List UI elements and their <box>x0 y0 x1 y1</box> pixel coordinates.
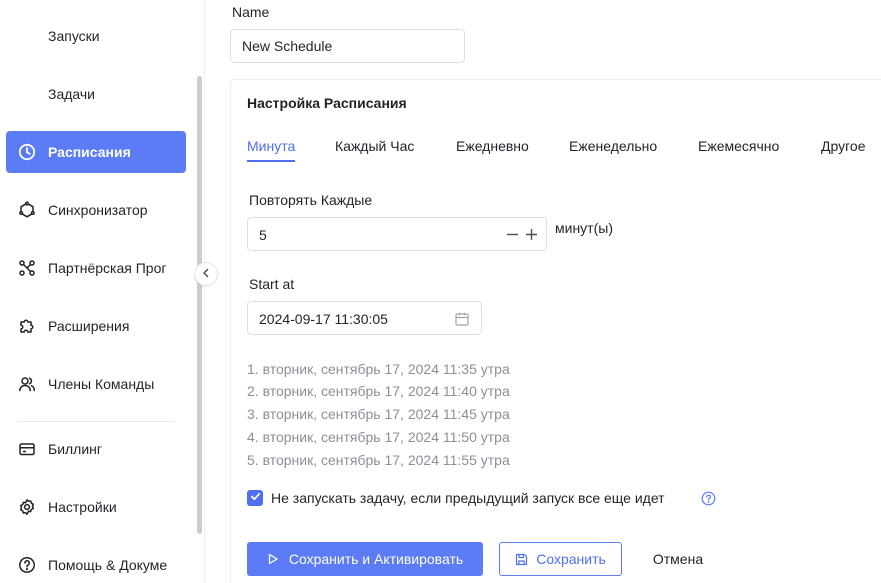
card-icon <box>18 440 36 458</box>
play-icon <box>267 553 279 565</box>
repeat-every-label: Повторять Каждые <box>249 192 373 208</box>
repeat-interval-value[interactable]: 5 <box>259 227 267 243</box>
sidebar-item-label: Члены Команды <box>48 376 155 392</box>
question-icon[interactable] <box>701 491 716 506</box>
calendar-icon[interactable] <box>454 311 470 327</box>
sidebar-item-runs[interactable]: Запуски <box>6 15 186 57</box>
sidebar-collapse-button[interactable] <box>194 262 218 286</box>
sidebar-item-label: Запуски <box>48 28 100 44</box>
list-item: 2. вторник, сентябрь 17, 2024 11:40 утра <box>247 383 510 399</box>
sidebar-item-schedules[interactable]: Расписания <box>6 131 186 173</box>
sidebar-item-label: Настройки <box>48 499 117 515</box>
tab-minute[interactable]: Минута <box>247 138 296 162</box>
list-item: 4. вторник, сентябрь 17, 2024 11:50 утра <box>247 429 510 445</box>
help-circle-icon <box>18 556 36 574</box>
name-input[interactable] <box>230 29 465 63</box>
sidebar-item-synchronizer[interactable]: Синхронизатор <box>6 189 186 231</box>
increment-button[interactable] <box>522 223 540 245</box>
puzzle-icon <box>18 317 36 335</box>
team-icon <box>18 375 36 393</box>
sync-icon <box>18 201 36 219</box>
sidebar: Запуски Задачи Расписания Синхронизатор … <box>0 0 205 583</box>
sidebar-item-label: Биллинг <box>48 441 103 457</box>
sidebar-item-extensions[interactable]: Расширения <box>6 305 186 347</box>
app-root: Запуски Задачи Расписания Синхронизатор … <box>0 0 881 583</box>
cancel-button[interactable]: Отмена <box>640 542 716 576</box>
save-button[interactable]: Сохранить <box>499 542 622 576</box>
skip-if-running-checkbox[interactable] <box>247 490 263 506</box>
list-item: 5. вторник, сентябрь 17, 2024 11:55 утра <box>247 452 510 468</box>
sidebar-item-label: Задачи <box>48 86 96 102</box>
tab-hourly[interactable]: Каждый Час <box>335 138 414 160</box>
checkmark-icon <box>250 489 261 507</box>
repeat-interval-stepper[interactable]: 5 <box>247 217 547 251</box>
sidebar-item-settings[interactable]: Настройки <box>6 486 186 528</box>
sidebar-item-team[interactable]: Члены Команды <box>6 363 186 405</box>
sidebar-item-label: Помощь & Докуме <box>48 557 168 573</box>
start-datetime-input[interactable]: 2024-09-17 11:30:05 <box>247 301 482 335</box>
gear-icon <box>18 498 36 516</box>
repeat-unit-label: минут(ы) <box>555 220 613 236</box>
clock-icon <box>18 143 36 161</box>
save-and-activate-label: Сохранить и Активировать <box>288 551 464 567</box>
decrement-button[interactable] <box>503 223 521 245</box>
partner-icon <box>18 259 36 277</box>
save-and-activate-button[interactable]: Сохранить и Активировать <box>247 542 483 576</box>
sidebar-item-label: Расписания <box>48 144 131 160</box>
skip-if-running-label[interactable]: Не запускать задачу, если предыдущий зап… <box>271 490 665 506</box>
start-at-label: Start at <box>249 276 295 292</box>
tab-other[interactable]: Другое <box>821 138 865 160</box>
list-item: 3. вторник, сентябрь 17, 2024 11:45 утра <box>247 406 510 422</box>
sidebar-item-billing[interactable]: Биллинг <box>6 428 186 470</box>
sidebar-item-label: Синхронизатор <box>48 202 148 218</box>
sidebar-item-label: Партнёрская Прог <box>48 260 167 276</box>
sidebar-divider <box>18 421 174 422</box>
start-datetime-value: 2024-09-17 11:30:05 <box>259 311 388 327</box>
sidebar-scrollbar[interactable] <box>197 76 202 534</box>
save-label: Сохранить <box>536 551 606 567</box>
name-label: Name <box>232 4 270 20</box>
tab-daily[interactable]: Ежедневно <box>456 138 529 160</box>
list-item: 1. вторник, сентябрь 17, 2024 11:35 утра <box>247 361 510 377</box>
tab-weekly[interactable]: Еженедельно <box>569 138 657 160</box>
chevron-left-icon <box>201 265 211 283</box>
sidebar-item-label: Расширения <box>48 318 130 334</box>
floppy-disk-icon <box>515 553 528 566</box>
sidebar-item-tasks[interactable]: Задачи <box>6 73 186 115</box>
sidebar-item-help[interactable]: Помощь & Докуме <box>6 544 186 583</box>
tab-monthly[interactable]: Ежемесячно <box>698 138 779 160</box>
sidebar-item-partner[interactable]: Партнёрская Прог <box>6 247 186 289</box>
panel-title: Настройка Расписания <box>247 95 407 111</box>
